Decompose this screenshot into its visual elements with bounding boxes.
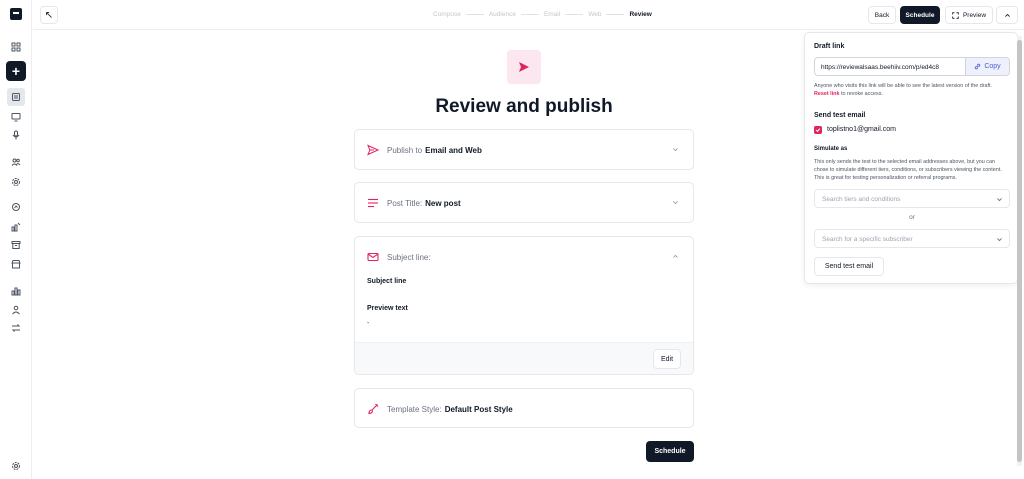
chevron-down-icon[interactable] — [672, 199, 679, 206]
publish-to-value: Email and Web — [425, 145, 482, 155]
audience-icon[interactable] — [9, 155, 23, 169]
step-email[interactable]: Email — [544, 11, 560, 18]
draft-link-note: Anyone who visits this link will be able… — [814, 82, 1008, 98]
test-email-checkbox[interactable] — [814, 126, 822, 134]
simulate-as-label: Simulate as — [814, 146, 848, 152]
scrollbar-thumb[interactable] — [1017, 40, 1022, 462]
left-rail: + — [0, 0, 32, 479]
template-style-prefix: Template Style: — [387, 404, 442, 414]
monitor-icon[interactable] — [9, 110, 23, 124]
swap-icon[interactable] — [9, 321, 23, 335]
envelope-icon — [367, 252, 379, 262]
microphone-icon[interactable] — [9, 128, 23, 142]
page-title: Review and publish — [435, 96, 613, 117]
app-logo[interactable] — [10, 8, 22, 20]
storefront-icon[interactable] — [9, 257, 23, 271]
subject-line-header[interactable]: Subject line: — [367, 237, 681, 277]
subscriber-search-select[interactable]: Search for a specific subscriber — [814, 229, 1010, 248]
settings-gear-icon[interactable] — [9, 175, 23, 189]
draft-link-field[interactable]: https://reviewalsaas.beehiiv.com/p/ed4c8… — [814, 57, 1010, 76]
chevron-down-icon — [997, 238, 1002, 242]
step-review[interactable]: Review — [629, 11, 651, 18]
publish-to-card[interactable]: Publish to Email and Web — [354, 129, 694, 170]
archive-icon[interactable] — [9, 238, 23, 252]
draft-link-label: Draft link — [814, 43, 845, 50]
tiers-placeholder: Search tiers and conditions — [822, 196, 901, 203]
chevron-up-icon[interactable] — [672, 253, 679, 260]
template-style-card[interactable]: Template Style: Default Post Style — [354, 388, 694, 428]
collapse-panel-button[interactable] — [996, 6, 1018, 24]
post-title-header[interactable]: Post Title: New post — [367, 183, 681, 223]
create-plus-icon[interactable]: + — [6, 61, 26, 81]
preview-panel: Draft link https://reviewalsaas.beehiiv.… — [804, 32, 1018, 284]
subject-line-card: Subject line: Subject line Preview text … — [354, 236, 694, 375]
send-test-email-button[interactable]: Send test email — [814, 257, 884, 276]
subject-line-prefix: Subject line: — [387, 252, 431, 262]
step-separator — [565, 14, 584, 15]
schedule-button[interactable]: Schedule — [646, 441, 694, 462]
draft-note-suffix: to revoke access. — [840, 91, 883, 97]
reports-icon[interactable] — [9, 284, 23, 298]
link-icon — [975, 63, 981, 70]
brush-icon — [368, 403, 379, 415]
edit-button[interactable]: Edit — [653, 349, 681, 369]
post-title-value: New post — [425, 198, 461, 208]
test-email-address: toplistno1@gmail.com — [827, 126, 896, 133]
check-icon — [815, 128, 821, 133]
copy-button[interactable]: Copy — [965, 58, 1009, 75]
reset-link[interactable]: Reset link — [814, 91, 839, 97]
chevron-up-icon — [1004, 13, 1010, 17]
preview-label: Preview — [962, 11, 987, 19]
simulate-note: This only sends the test to the selected… — [814, 159, 1002, 181]
step-separator — [520, 14, 539, 15]
step-separator — [465, 14, 484, 15]
subject-card-footer: Edit — [355, 342, 693, 374]
send-test-email-label: Send test email — [814, 112, 866, 119]
subject-line-label: Subject line — [367, 278, 407, 285]
bottom-settings-gear-icon[interactable] — [9, 459, 23, 473]
template-style-value: Default Post Style — [444, 404, 513, 414]
collapse-arrow-icon[interactable]: ↖ — [40, 6, 58, 24]
preview-text-value: - — [367, 320, 370, 327]
or-divider: or — [909, 214, 915, 221]
send-icon — [367, 144, 379, 156]
post-title-prefix: Post Title: — [387, 198, 423, 208]
analytics-icon[interactable] — [9, 220, 23, 234]
send-hero-icon — [507, 50, 541, 84]
step-separator — [606, 14, 625, 15]
grid-icon[interactable] — [9, 40, 23, 54]
chevron-down-icon — [997, 198, 1002, 202]
growth-icon[interactable] — [9, 200, 23, 214]
text-lines-icon — [368, 198, 378, 208]
step-compose[interactable]: Compose — [433, 11, 461, 18]
step-web[interactable]: Web — [588, 11, 601, 18]
chevron-down-icon[interactable] — [672, 146, 679, 153]
back-button[interactable]: Back — [868, 6, 896, 24]
tiers-conditions-select[interactable]: Search tiers and conditions — [814, 189, 1010, 208]
scrollbar[interactable] — [1017, 36, 1022, 466]
referrals-icon[interactable] — [9, 303, 23, 317]
schedule-top-button[interactable]: Schedule — [900, 6, 940, 24]
top-bar: ↖ Compose Audience Email Web Review Back… — [33, 0, 1024, 30]
step-breadcrumb: Compose Audience Email Web Review — [433, 11, 652, 18]
template-style-header[interactable]: Template Style: Default Post Style — [367, 389, 681, 429]
step-audience[interactable]: Audience — [489, 11, 516, 18]
preview-button[interactable]: Preview — [945, 6, 993, 24]
draft-link-url[interactable]: https://reviewalsaas.beehiiv.com/p/ed4c8 — [821, 64, 963, 71]
draft-note-text: Anyone who visits this link will be able… — [814, 83, 992, 89]
publish-to-prefix: Publish to — [387, 145, 423, 155]
expand-icon — [952, 11, 959, 19]
posts-icon[interactable] — [7, 88, 25, 106]
copy-label: Copy — [984, 63, 1001, 70]
preview-text-label: Preview text — [367, 305, 408, 312]
post-title-card[interactable]: Post Title: New post — [354, 182, 694, 223]
subscriber-placeholder: Search for a specific subscriber — [822, 236, 913, 243]
publish-to-header[interactable]: Publish to Email and Web — [367, 130, 681, 170]
